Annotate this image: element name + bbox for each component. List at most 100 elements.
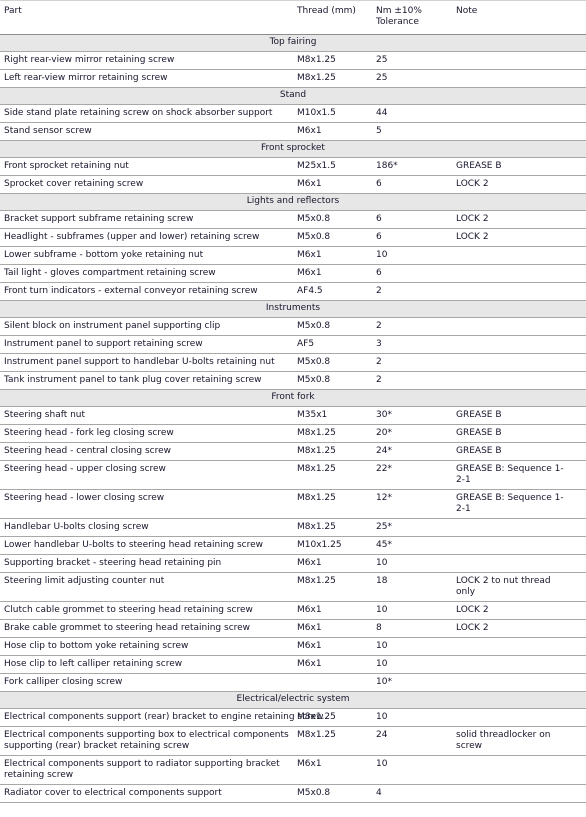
cell-note <box>452 554 576 573</box>
cell-part: Steering head - central closing screw <box>0 442 293 461</box>
cell-part: Steering head - fork leg closing screw <box>0 424 293 443</box>
cell-note <box>452 371 576 390</box>
section-header-row: Top fairing <box>0 34 586 52</box>
table-row: Front sprocket retaining nut M25x1.5 186* G… <box>0 157 586 176</box>
cell-part: Hose clip to left calliper retaining scr… <box>0 655 293 674</box>
cell-part: Brake cable grommet to steering head ret… <box>0 619 293 638</box>
cell-nm: 2 <box>372 282 452 301</box>
cell-spacer <box>576 424 586 443</box>
cell-note: LOCK 2 <box>452 601 576 620</box>
cell-spacer <box>576 442 586 461</box>
cell-nm: 2 <box>372 317 452 336</box>
cell-spacer <box>576 317 586 336</box>
cell-nm: 4 <box>372 784 452 803</box>
cell-note <box>452 708 576 727</box>
cell-nm: 20* <box>372 424 452 443</box>
table-row: Stand sensor screw M6x1 5 <box>0 122 586 141</box>
cell-nm: 25* <box>372 518 452 537</box>
cell-note <box>452 655 576 674</box>
cell-nm: 44 <box>372 104 452 123</box>
column-header-spacer <box>576 0 586 35</box>
section-header-row: Instruments <box>0 300 586 318</box>
table-row: Fork calliper closing screw 10* <box>0 673 586 692</box>
cell-spacer <box>576 554 586 573</box>
section-title: Instruments <box>0 300 586 318</box>
cell-thread: M8x1.25 <box>293 460 372 490</box>
column-header-note: Note <box>452 0 576 35</box>
cell-nm: 186* <box>372 157 452 176</box>
table-row: Tank instrument panel to tank plug cover… <box>0 371 586 390</box>
table-row: Steering shaft nut M35x1 30* GREASE B <box>0 406 586 425</box>
cell-thread: M5x0.8 <box>293 228 372 247</box>
cell-part: Tail light - gloves compartment retainin… <box>0 264 293 283</box>
cell-note: solid threadlocker on screw <box>452 726 576 756</box>
cell-part: Supporting bracket - steering head retai… <box>0 554 293 573</box>
section-title: Lights and reflectors <box>0 193 586 211</box>
table-row: Headlight - subframes (upper and lower) … <box>0 228 586 247</box>
cell-part: Right rear-view mirror retaining screw <box>0 51 293 70</box>
cell-note: GREASE B <box>452 406 576 425</box>
cell-nm: 24 <box>372 726 452 756</box>
cell-nm: 3 <box>372 335 452 354</box>
cell-part-text: Brake cable grommet to steering head ret… <box>4 623 251 633</box>
cell-thread: M8x1.25 <box>293 489 372 519</box>
cell-note: GREASE B: Sequence 1-2-1 <box>452 460 576 490</box>
cell-thread: M5x0.8 <box>293 317 372 336</box>
table-row: Steering head - upper closing screw M8x1.… <box>0 460 586 490</box>
cell-thread: M6x1 <box>293 601 372 620</box>
cell-note <box>452 755 576 785</box>
table-row: Silent block on instrument panel support… <box>0 317 586 336</box>
cell-part: Left rear-view mirror retaining screw <box>0 69 293 88</box>
cell-thread: M6x1 <box>293 122 372 141</box>
cell-thread: M8x1.25 <box>293 51 372 70</box>
section-title: Front fork <box>0 389 586 407</box>
table-row: Sprocket cover retaining screw M6x1 6 LOCK … <box>0 175 586 194</box>
table-header: Part Thread (mm) Nm ±10% Tolerance Note <box>0 0 586 35</box>
cell-spacer <box>576 601 586 620</box>
cell-nm: 10 <box>372 246 452 265</box>
table-row: Supporting bracket - steering head retai… <box>0 554 586 573</box>
table-row: Radiator cover to electrical components … <box>0 784 586 803</box>
cell-nm: 6 <box>372 175 452 194</box>
table-row: Side stand plate retaining screw on shoc… <box>0 104 586 123</box>
cell-note: GREASE B: Sequence 1-2-1 <box>452 489 576 519</box>
column-header-part: Part <box>0 0 293 35</box>
table-row: Hose clip to left calliper retaining scr… <box>0 655 586 674</box>
cell-spacer <box>576 637 586 656</box>
cell-thread: M6x1 <box>293 246 372 265</box>
table-row: Steering head - central closing screw M8x… <box>0 442 586 461</box>
table-row: Hose clip to bottom yoke retaining screw… <box>0 637 586 656</box>
cell-part: Radiator cover to electrical components … <box>0 784 293 803</box>
section-title: Electrical/electric system <box>0 691 586 709</box>
table-row: Lower handlebar U-bolts to steering head… <box>0 536 586 555</box>
cell-spacer <box>576 708 586 727</box>
cell-thread: M8x1.25 <box>293 518 372 537</box>
table-row: Instrument panel to support retaining sc… <box>0 335 586 354</box>
cell-thread: M6x1 <box>293 755 372 785</box>
cell-part: Side stand plate retaining screw on shoc… <box>0 104 293 123</box>
cell-part: Handlebar U-bolts closing screw <box>0 518 293 537</box>
cell-part: Bracket support subframe retaining screw <box>0 210 293 229</box>
cell-spacer <box>576 406 586 425</box>
cell-spacer <box>576 104 586 123</box>
cell-part-text: Electrical components support (rear) bra… <box>4 712 324 722</box>
table-header-row: Part Thread (mm) Nm ±10% Tolerance Note <box>0 0 586 35</box>
cell-nm: 24* <box>372 442 452 461</box>
cell-part: Electrical components support (rear) bra… <box>0 708 324 727</box>
table-row: Right rear-view mirror retaining screw M8… <box>0 51 586 70</box>
cell-note: GREASE B <box>452 442 576 461</box>
cell-note <box>452 51 576 70</box>
section-header-row: Front fork <box>0 389 586 407</box>
cell-nm: 12* <box>372 489 452 519</box>
cell-part: Fork calliper closing screw <box>0 673 293 692</box>
cell-note <box>452 518 576 537</box>
cell-nm: 2 <box>372 353 452 372</box>
cell-part: Front sprocket retaining nut <box>0 157 293 176</box>
cell-spacer <box>576 460 586 490</box>
cell-note <box>452 122 576 141</box>
cell-spacer <box>576 619 586 638</box>
cell-part: Steering limit adjusting counter nut <box>0 572 293 602</box>
cell-spacer <box>576 518 586 537</box>
cell-thread: M6x1 <box>293 637 372 656</box>
cell-part: Front turn indicators - external conveyo… <box>0 282 293 301</box>
